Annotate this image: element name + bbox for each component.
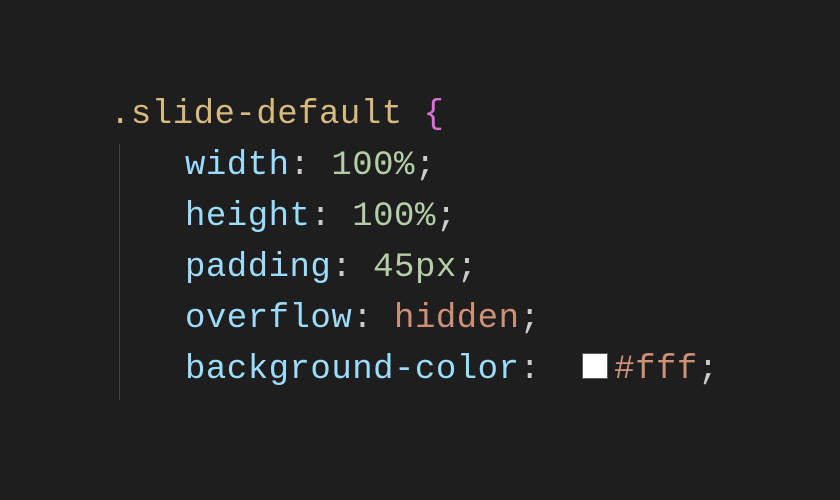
semicolon: ; [698, 351, 719, 389]
semicolon: ; [436, 198, 457, 236]
colon: : [310, 198, 331, 236]
css-value: hidden [394, 300, 519, 338]
css-code-block[interactable]: .slide-default { width: 100%; height: 10… [110, 90, 840, 396]
semicolon: ; [519, 300, 540, 338]
semicolon: ; [457, 249, 478, 287]
css-property: background-color [185, 351, 519, 389]
open-brace: { [403, 96, 445, 134]
indent-guide [119, 144, 120, 400]
css-property: overflow [185, 300, 352, 338]
colon: : [352, 300, 373, 338]
css-property: padding [185, 249, 331, 287]
css-property: height [185, 198, 310, 236]
colon: : [290, 147, 311, 185]
colon: : [519, 351, 540, 389]
color-swatch-icon[interactable] [582, 353, 608, 379]
css-value: 100% [331, 147, 415, 185]
code-line: height: 100%; [110, 192, 840, 243]
css-value: 100% [352, 198, 436, 236]
css-selector: .slide-default [110, 96, 403, 134]
colon: : [331, 249, 352, 287]
code-line: padding: 45px; [110, 243, 840, 294]
semicolon: ; [415, 147, 436, 185]
code-line: background-color: #fff; [110, 345, 840, 396]
code-line: width: 100%; [110, 141, 840, 192]
css-value: #fff [614, 351, 698, 389]
css-property: width [185, 147, 290, 185]
css-value: 45px [373, 249, 457, 287]
code-line-selector: .slide-default { [110, 90, 840, 141]
code-line: overflow: hidden; [110, 294, 840, 345]
